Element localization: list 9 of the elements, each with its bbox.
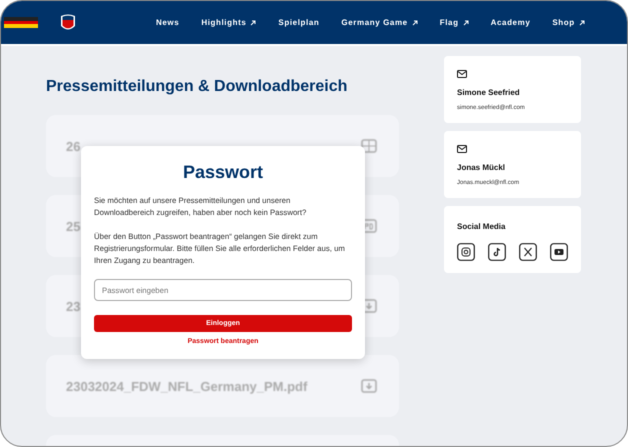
file-name: 25 (66, 218, 80, 234)
file-name: 23032024_FDW_NFL_Germany_PM.pdf (66, 378, 308, 394)
contact-name: Jonas Mückl (457, 163, 506, 172)
file-name: 23 (66, 298, 80, 314)
social-title: Social Media (457, 222, 506, 231)
page-title: Pressemitteilungen & Downloadbereich (46, 78, 348, 96)
file-name: 26 (66, 138, 80, 154)
contact-name: Simone Seefried (457, 88, 521, 97)
dialog-title: Passwort (182, 162, 264, 183)
